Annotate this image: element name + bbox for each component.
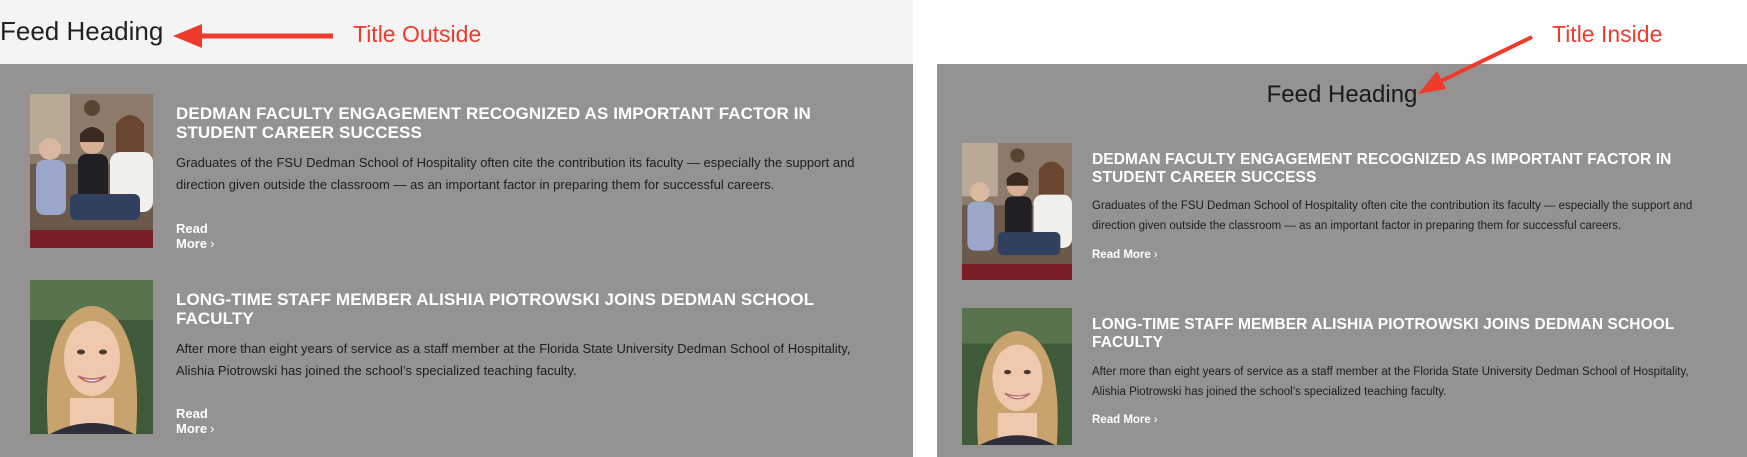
feed-heading: Feed Heading [0,16,164,46]
chevron-right-icon: › [1153,249,1158,261]
read-more-label: Read More [176,221,208,251]
read-more-label: Read More [176,406,208,436]
article-summary: After more than eight years of service a… [176,341,851,378]
chevron-right-icon: › [1153,414,1158,426]
woman-portrait-photo [962,308,1072,445]
students-group-photo [30,94,153,248]
article-title[interactable]: DEDMAN FACULTY ENGAGEMENT RECOGNIZED AS … [1092,151,1712,186]
article-title[interactable]: LONG-TIME STAFF MEMBER ALISHIA PIOTROWSK… [176,290,866,328]
feed-example-title-outside: Feed Heading Title Outside DEDMAN FACULT… [0,0,913,457]
article-title[interactable]: DEDMAN FACULTY ENGAGEMENT RECOGNIZED AS … [176,104,866,142]
article-thumbnail[interactable] [962,143,1072,280]
article-thumbnail[interactable] [30,280,153,434]
article-summary: Graduates of the FSU Dedman School of Ho… [1092,200,1693,232]
annotation-title-inside: Title Inside [1552,21,1663,47]
article-title[interactable]: LONG-TIME STAFF MEMBER ALISHIA PIOTROWSK… [1092,316,1712,351]
chevron-right-icon: › [210,236,215,251]
article-thumbnail[interactable] [962,308,1072,445]
read-more-link[interactable]: Read More › [176,406,214,436]
read-more-label: Read More [1092,414,1151,426]
article-summary: After more than eight years of service a… [1092,366,1689,398]
read-more-link[interactable]: Read More › [1092,249,1158,261]
feed-container: DEDMAN FACULTY ENGAGEMENT RECOGNIZED AS … [0,64,913,457]
annotation-title-outside: Title Outside [353,21,482,47]
feed-example-title-inside: Title Inside Feed Heading DEDMAN FACULTY… [937,0,1747,457]
read-more-link[interactable]: Read More › [1092,414,1158,426]
read-more-label: Read More [1092,249,1151,261]
students-group-photo [962,143,1072,280]
article-thumbnail[interactable] [30,94,153,248]
read-more-link[interactable]: Read More › [176,221,214,251]
woman-portrait-photo [30,280,153,434]
feed-heading: Feed Heading [1266,81,1418,108]
chevron-right-icon: › [210,421,215,436]
article-summary: Graduates of the FSU Dedman School of Ho… [176,155,855,192]
